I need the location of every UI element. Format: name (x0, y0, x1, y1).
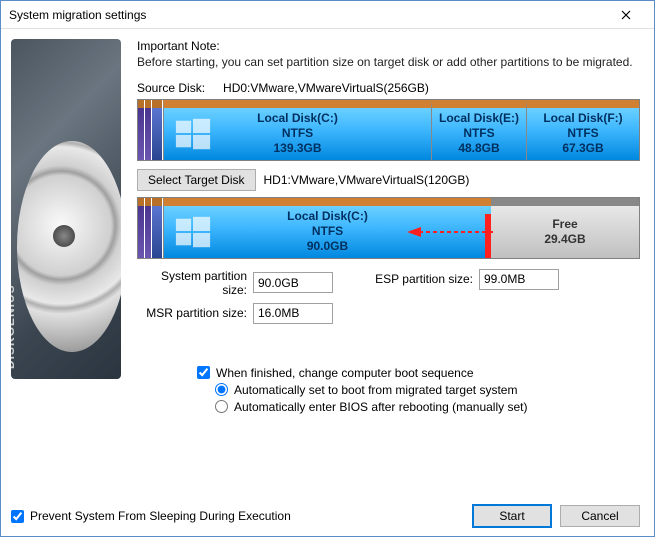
hidden-part-3 (152, 198, 162, 258)
hidden-part-2 (145, 100, 151, 160)
target-disk-bar: Local Disk(C:) NTFS 90.0GB Free 29.4GB (137, 197, 640, 259)
boot-auto-label: Automatically set to boot from migrated … (234, 383, 517, 397)
part-size: 139.3GB (257, 141, 338, 156)
select-target-disk-button[interactable]: Select Target Disk (137, 169, 256, 191)
cancel-button[interactable]: Cancel (560, 505, 640, 527)
part-fs: NTFS (257, 126, 338, 141)
start-button[interactable]: Start (472, 504, 552, 528)
note-title: Important Note: (137, 39, 640, 53)
hidden-part-1 (138, 100, 144, 160)
note-body: Before starting, you can set partition s… (137, 55, 640, 71)
source-disk-label: Source Disk: (137, 81, 205, 95)
source-part-f[interactable]: Local Disk(F:) NTFS 67.3GB (526, 100, 639, 160)
window-title: System migration settings (9, 8, 606, 22)
windows-icon (174, 115, 212, 153)
source-part-e[interactable]: Local Disk(E:) NTFS 48.8GB (431, 100, 526, 160)
boot-auto-radio[interactable]: Automatically set to boot from migrated … (215, 383, 640, 397)
sys-size-input[interactable] (253, 272, 333, 293)
prevent-sleep-check-input[interactable] (11, 510, 24, 523)
source-disk-value: HD0:VMware,VMwareVirtualS(256GB) (223, 81, 429, 95)
sidebar-graphic: DISKGENIUS (1, 29, 131, 536)
boot-sequence-label: When finished, change computer boot sequ… (216, 366, 474, 380)
part-size: 90.0GB (287, 239, 368, 254)
target-free-space[interactable]: Free 29.4GB (491, 198, 639, 258)
part-name: Free (544, 217, 585, 232)
hdd-illustration: DISKGENIUS (11, 39, 121, 379)
source-part-c[interactable]: Local Disk(C:) NTFS 139.3GB (163, 100, 431, 160)
part-name: Local Disk(C:) (257, 111, 338, 126)
part-fs: NTFS (287, 224, 368, 239)
windows-icon (174, 213, 212, 251)
target-part-c[interactable]: Local Disk(C:) NTFS 90.0GB (163, 198, 491, 258)
title-bar: System migration settings (1, 1, 654, 29)
boot-bios-radio-input[interactable] (215, 400, 228, 413)
esp-size-input[interactable] (479, 269, 559, 290)
hidden-part-3 (152, 100, 162, 160)
hidden-part-2 (145, 198, 151, 258)
boot-auto-radio-input[interactable] (215, 383, 228, 396)
resize-handle[interactable] (485, 214, 491, 258)
msr-size-input[interactable] (253, 303, 333, 324)
msr-size-label: MSR partition size: (137, 306, 247, 320)
target-disk-value: HD1:VMware,VMwareVirtualS(120GB) (264, 173, 470, 187)
boot-sequence-checkbox[interactable]: When finished, change computer boot sequ… (197, 366, 640, 380)
sys-size-label: System partition size: (137, 269, 247, 297)
part-size: 48.8GB (439, 141, 519, 156)
boot-bios-radio[interactable]: Automatically enter BIOS after rebooting… (215, 400, 640, 414)
part-fs: NTFS (439, 126, 519, 141)
esp-size-label: ESP partition size: (373, 272, 473, 286)
source-disk-bar: Local Disk(C:) NTFS 139.3GB Local Disk(E… (137, 99, 640, 161)
close-button[interactable] (606, 2, 646, 28)
resize-arrow-icon (407, 225, 497, 239)
part-name: Local Disk(F:) (543, 111, 622, 126)
part-size: 29.4GB (544, 232, 585, 247)
hidden-part-1 (138, 198, 144, 258)
prevent-sleep-checkbox[interactable]: Prevent System From Sleeping During Exec… (11, 509, 291, 523)
part-size: 67.3GB (543, 141, 622, 156)
prevent-sleep-label: Prevent System From Sleeping During Exec… (30, 509, 291, 523)
part-fs: NTFS (543, 126, 622, 141)
brand-label: DISKGENIUS (11, 284, 17, 369)
boot-sequence-check-input[interactable] (197, 366, 210, 379)
part-name: Local Disk(C:) (287, 209, 368, 224)
boot-bios-label: Automatically enter BIOS after rebooting… (234, 400, 527, 414)
part-name: Local Disk(E:) (439, 111, 519, 126)
